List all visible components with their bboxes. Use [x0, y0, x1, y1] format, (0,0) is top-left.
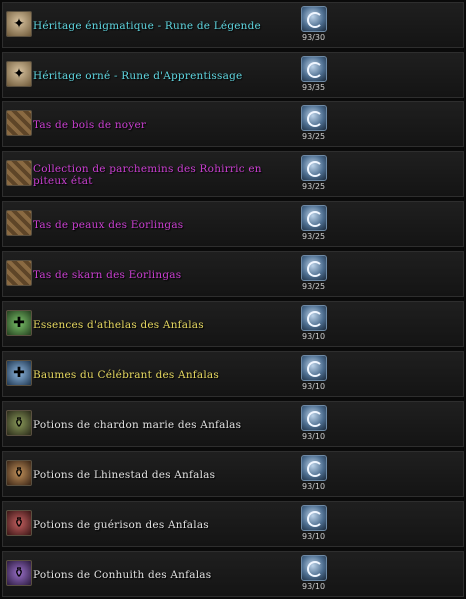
slot-icon[interactable]	[301, 105, 327, 131]
list-item[interactable]: ⚱ Potions de guérison des Anfalas 93/10	[2, 501, 464, 547]
list-item[interactable]: Tas de skarn des Eorlingas 93/25	[2, 251, 464, 297]
item-count: 93/10	[302, 332, 326, 341]
list-item[interactable]: ⚱ Potions de chardon marie des Anfalas 9…	[2, 401, 464, 447]
athelas-essence-icon[interactable]: ✚	[6, 310, 32, 336]
list-item[interactable]: ⚱ Potions de Lhinestad des Anfalas 93/10	[2, 451, 464, 497]
item-count: 93/25	[302, 132, 326, 141]
potion-icon[interactable]: ⚱	[6, 410, 32, 436]
list-item[interactable]: ✚ Baumes du Célébrant des Anfalas 93/10	[2, 351, 464, 397]
crate-icon[interactable]	[6, 110, 32, 136]
crate-icon[interactable]	[6, 210, 32, 236]
item-count: 93/25	[302, 232, 326, 241]
item-name: Potions de Lhinestad des Anfalas	[33, 469, 216, 481]
rune-icon[interactable]: ✦	[6, 11, 32, 37]
item-count: 93/10	[302, 482, 326, 491]
item-count: 93/10	[302, 382, 326, 391]
rune-icon[interactable]: ✦	[6, 61, 32, 87]
item-name: Héritage énigmatique - Rune de Légende	[33, 20, 261, 32]
list-item[interactable]: ⚱ Potions de Conhuith des Anfalas 93/10	[2, 551, 464, 597]
item-list: ✦ Héritage énigmatique - Rune de Légende…	[0, 0, 466, 599]
balm-icon[interactable]: ✚	[6, 360, 32, 386]
item-name: Tas de skarn des Eorlingas	[33, 269, 182, 281]
item-count: 93/30	[302, 33, 326, 42]
item-name: Tas de peaux des Eorlingas	[33, 219, 184, 231]
slot-icon[interactable]	[301, 305, 327, 331]
item-name: Collection de parchemins des Rohirric en…	[33, 163, 262, 187]
item-count: 93/35	[302, 83, 326, 92]
item-count: 93/10	[302, 532, 326, 541]
slot-icon[interactable]	[301, 455, 327, 481]
item-name: Potions de chardon marie des Anfalas	[33, 419, 242, 431]
slot-icon[interactable]	[301, 555, 327, 581]
crate-icon[interactable]	[6, 160, 32, 186]
item-name: Héritage orné - Rune d'Apprentissage	[33, 70, 243, 82]
slot-icon[interactable]	[301, 505, 327, 531]
list-item[interactable]: Collection de parchemins des Rohirric en…	[2, 151, 464, 197]
item-count: 93/25	[302, 282, 326, 291]
list-item[interactable]: ✚ Essences d'athelas des Anfalas 93/10	[2, 301, 464, 347]
crate-icon[interactable]	[6, 260, 32, 286]
slot-icon[interactable]	[301, 56, 327, 82]
item-name: Potions de Conhuith des Anfalas	[33, 569, 212, 581]
item-name: Baumes du Célébrant des Anfalas	[33, 369, 219, 381]
item-name: Tas de bois de noyer	[33, 119, 147, 131]
list-item[interactable]: Tas de peaux des Eorlingas 93/25	[2, 201, 464, 247]
item-count: 93/10	[302, 432, 326, 441]
item-name: Essences d'athelas des Anfalas	[33, 319, 204, 331]
slot-icon[interactable]	[301, 205, 327, 231]
list-item[interactable]: ✦ Héritage énigmatique - Rune de Légende…	[2, 2, 464, 48]
item-name: Potions de guérison des Anfalas	[33, 519, 209, 531]
list-item[interactable]: ✦ Héritage orné - Rune d'Apprentissage 9…	[2, 52, 464, 98]
list-item[interactable]: Tas de bois de noyer 93/25	[2, 101, 464, 147]
slot-icon[interactable]	[301, 355, 327, 381]
item-count: 93/10	[302, 582, 326, 591]
slot-icon[interactable]	[301, 405, 327, 431]
potion-icon[interactable]: ⚱	[6, 510, 32, 536]
potion-icon[interactable]: ⚱	[6, 560, 32, 586]
item-count: 93/25	[302, 182, 326, 191]
slot-icon[interactable]	[301, 6, 327, 32]
potion-icon[interactable]: ⚱	[6, 460, 32, 486]
slot-icon[interactable]	[301, 255, 327, 281]
slot-icon[interactable]	[301, 155, 327, 181]
